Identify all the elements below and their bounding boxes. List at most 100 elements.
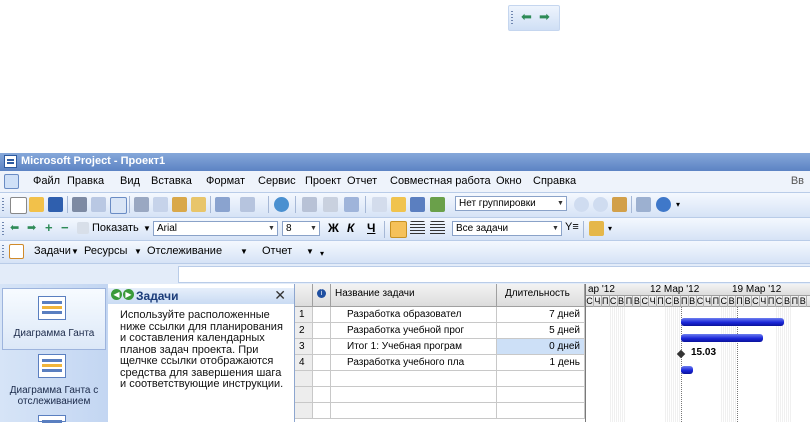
forward-icon[interactable]: ▶	[123, 289, 134, 300]
menu-help[interactable]: Справка	[533, 175, 576, 187]
copy-icon[interactable]	[153, 197, 168, 212]
copy-picture-icon[interactable]	[636, 197, 651, 212]
cut-icon[interactable]	[134, 197, 149, 212]
calendar-icon[interactable]	[38, 415, 66, 423]
duration-cell[interactable]	[497, 371, 585, 386]
grouping-select[interactable]: Нет группировки ▼	[455, 196, 567, 211]
row-id[interactable]: 1	[295, 307, 313, 322]
name-column-header[interactable]: Название задачи	[331, 284, 497, 307]
toolbar-options-icon[interactable]: ▾	[676, 200, 680, 209]
duration-column-header[interactable]: Длительность	[497, 284, 585, 307]
task-bar[interactable]	[681, 366, 693, 374]
menu-format[interactable]: Формат	[206, 175, 245, 187]
close-icon[interactable]: ✕	[274, 287, 286, 304]
guide-tracking-button[interactable]: Отслеживание	[147, 245, 222, 257]
indicators-column-header[interactable]: i	[313, 284, 331, 307]
row-id[interactable]	[295, 371, 313, 386]
table-row-empty[interactable]	[295, 403, 585, 419]
task-name-cell[interactable]: Разработка образовател	[331, 307, 497, 322]
table-row[interactable]: 3 Итог 1: Учебная програм 0 дней	[295, 339, 585, 355]
show-menu-button[interactable]: Показать	[92, 222, 139, 234]
indent-icon[interactable]: ➡	[27, 221, 36, 234]
guide-resources-button[interactable]: Ресурсы	[84, 245, 127, 257]
redo-icon[interactable]	[240, 197, 255, 212]
toolbar-grip[interactable]	[2, 222, 4, 236]
go-to-task-icon[interactable]	[612, 197, 627, 212]
filter-select[interactable]: Все задачи ▼	[452, 221, 562, 236]
align-left-icon[interactable]	[390, 221, 407, 238]
split-task-icon[interactable]	[344, 197, 359, 212]
table-row-empty[interactable]	[295, 387, 585, 403]
task-name-cell[interactable]: Разработка учебного пла	[331, 355, 497, 370]
table-row[interactable]: 4 Разработка учебного пла 1 день	[295, 355, 585, 371]
help-icon[interactable]	[656, 197, 671, 212]
underline-button[interactable]: Ч	[367, 221, 375, 235]
task-bar[interactable]	[681, 334, 763, 342]
font-size-select[interactable]: 8 ▼	[282, 221, 320, 236]
print-icon[interactable]	[72, 197, 87, 212]
indicator-cell[interactable]	[313, 355, 331, 370]
indicator-cell[interactable]	[313, 403, 331, 418]
gantt-chart[interactable]: ар '12 12 Мар '12 19 Мар '12 СЧПСВПВСЧПС…	[585, 284, 810, 422]
duration-cell[interactable]	[497, 387, 585, 402]
arrow-right-icon[interactable]: ➡	[539, 9, 550, 25]
zoom-out-icon[interactable]	[593, 197, 608, 212]
row-id[interactable]: 4	[295, 355, 313, 370]
spelling-icon[interactable]	[110, 197, 127, 214]
chevron-down-icon[interactable]: ▼	[134, 247, 142, 256]
align-center-icon[interactable]	[410, 221, 425, 236]
toolbar-options-icon[interactable]: ▾	[320, 249, 324, 258]
table-row[interactable]: 2 Разработка учебной прог 5 дней	[295, 323, 585, 339]
undo-icon[interactable]	[215, 197, 230, 212]
task-name-cell[interactable]	[331, 403, 497, 418]
help-question-box[interactable]: Вв	[791, 175, 808, 187]
print-preview-icon[interactable]	[91, 197, 106, 212]
duration-cell[interactable]: 0 дней	[497, 339, 585, 354]
indicator-cell[interactable]	[313, 371, 331, 386]
italic-button[interactable]: К	[347, 221, 354, 235]
menu-report[interactable]: Отчет	[347, 175, 377, 187]
outdent-icon[interactable]: ⬅	[10, 221, 19, 234]
task-name-cell[interactable]: Разработка учебной прог	[331, 323, 497, 338]
open-icon[interactable]	[29, 197, 44, 212]
chevron-down-icon[interactable]: ▼	[266, 222, 277, 235]
task-notes-icon[interactable]	[391, 197, 406, 212]
table-row[interactable]: 1 Разработка образовател 7 дней	[295, 307, 585, 323]
menu-tools[interactable]: Сервис	[258, 175, 296, 187]
duration-cell[interactable]: 5 дней	[497, 323, 585, 338]
row-id[interactable]	[295, 387, 313, 402]
paste-icon[interactable]	[172, 197, 187, 212]
task-name-cell[interactable]: Итог 1: Учебная програм	[331, 339, 497, 354]
menu-edit[interactable]: Правка	[67, 175, 104, 187]
tracking-gantt-icon[interactable]	[38, 354, 66, 378]
gantt-chart-icon[interactable]	[38, 296, 66, 320]
guide-tasks-button[interactable]: Задачи	[34, 245, 71, 257]
task-name-cell[interactable]	[331, 387, 497, 402]
indicator-cell[interactable]	[313, 339, 331, 354]
unlink-tasks-icon[interactable]	[323, 197, 338, 212]
select-all-corner[interactable]	[295, 284, 313, 307]
row-id[interactable]: 2	[295, 323, 313, 338]
task-bar[interactable]	[681, 318, 784, 326]
align-right-icon[interactable]	[430, 221, 445, 236]
document-icon[interactable]	[4, 174, 19, 189]
duration-cell[interactable]: 1 день	[497, 355, 585, 370]
menu-project[interactable]: Проект	[305, 175, 341, 187]
menu-file[interactable]: Файл	[33, 175, 60, 187]
toolbar-grip[interactable]	[2, 245, 4, 259]
toolbar-options-icon[interactable]: ▾	[608, 224, 612, 233]
table-row-empty[interactable]	[295, 371, 585, 387]
publish-icon[interactable]	[430, 197, 445, 212]
new-icon[interactable]	[10, 197, 27, 214]
assign-resources-icon[interactable]	[410, 197, 425, 212]
entry-field[interactable]	[178, 266, 810, 283]
arrow-left-icon[interactable]: ⬅	[521, 9, 532, 25]
project-guide-icon[interactable]	[9, 244, 24, 259]
chevron-down-icon[interactable]: ▼	[71, 247, 79, 256]
chevron-down-icon[interactable]: ▼	[143, 224, 151, 233]
toolbar-grip[interactable]	[511, 11, 513, 25]
task-name-cell[interactable]	[331, 371, 497, 386]
gantt-wizard-icon[interactable]	[589, 221, 604, 236]
menu-view[interactable]: Вид	[120, 175, 140, 187]
chevron-down-icon[interactable]: ▼	[306, 247, 314, 256]
